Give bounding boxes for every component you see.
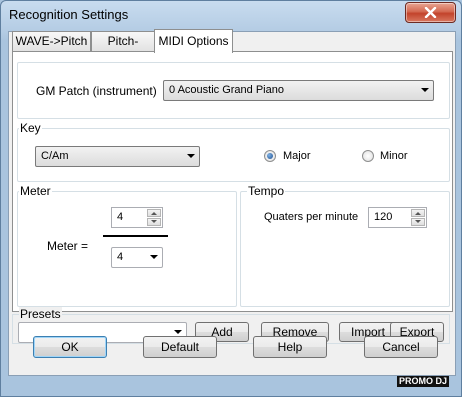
tempo-group: Tempo Quaters per minute 120 xyxy=(240,184,450,307)
stepper-up-button[interactable] xyxy=(411,209,425,217)
dialog-window: Recognition Settings WAVE->Pitch Pitch->… xyxy=(0,0,462,397)
presets-group-label: Presets xyxy=(19,307,62,321)
stepper-buttons xyxy=(411,209,425,226)
minor-label[interactable]: Minor xyxy=(380,150,408,162)
stepper-buttons xyxy=(147,209,161,226)
stepper-up-button[interactable] xyxy=(147,209,161,217)
key-dropdown[interactable]: C/Am xyxy=(35,146,200,167)
fraction-divider xyxy=(103,235,168,237)
gm-patch-label: GM Patch (instrument) xyxy=(36,84,157,98)
meter-group-label: Meter xyxy=(19,184,52,198)
cancel-button[interactable]: Cancel xyxy=(364,336,438,358)
tempo-group-label: Tempo xyxy=(247,184,286,198)
meter-denominator-dropdown[interactable]: 4 xyxy=(111,247,163,268)
chevron-down-icon xyxy=(150,255,158,259)
meter-numerator-stepper[interactable]: 4 xyxy=(111,207,163,228)
key-group-label: Key xyxy=(19,121,42,135)
tab-midi-options[interactable]: MIDI Options xyxy=(154,29,233,53)
major-label[interactable]: Major xyxy=(283,150,311,162)
stepper-down-button[interactable] xyxy=(411,218,425,226)
chevron-down-icon xyxy=(421,88,429,92)
help-button[interactable]: Help xyxy=(253,336,327,358)
key-value: C/Am xyxy=(41,150,69,162)
close-icon xyxy=(424,7,437,18)
gm-patch-value: 0 Acoustic Grand Piano xyxy=(169,84,284,96)
tab-pitch-midi[interactable]: Pitch->MIDI xyxy=(91,31,155,67)
gm-patch-group: GM Patch (instrument) 0 Acoustic Grand P… xyxy=(17,62,450,119)
tempo-stepper[interactable]: 120 xyxy=(368,207,427,228)
tempo-label: Quaters per minute xyxy=(264,211,359,223)
key-group: Key C/Am Major Minor xyxy=(17,121,450,182)
watermark-logo: PROMO DJ xyxy=(397,376,450,387)
ok-button[interactable]: OK xyxy=(33,336,107,358)
radio-selected-dot xyxy=(267,153,273,159)
window-title: Recognition Settings xyxy=(9,7,129,22)
major-radio[interactable] xyxy=(264,150,276,162)
tab-wave-pitch[interactable]: WAVE->Pitch xyxy=(12,31,91,52)
gm-patch-dropdown[interactable]: 0 Acoustic Grand Piano xyxy=(163,80,434,101)
chevron-down-icon xyxy=(174,330,182,334)
default-button[interactable]: Default xyxy=(143,336,217,358)
dialog-client-area: WAVE->Pitch Pitch->MIDI MIDI Options GM … xyxy=(8,29,456,376)
chevron-down-icon xyxy=(187,154,195,158)
midi-options-page: GM Patch (instrument) 0 Acoustic Grand P… xyxy=(12,51,453,312)
meter-numerator-value: 4 xyxy=(117,211,124,223)
meter-group: Meter Meter = 4 4 xyxy=(17,184,237,307)
title-bar[interactable]: Recognition Settings xyxy=(1,1,461,29)
meter-denominator-value: 4 xyxy=(117,251,124,263)
minor-radio[interactable] xyxy=(362,150,374,162)
tempo-value: 120 xyxy=(374,211,393,223)
stepper-down-button[interactable] xyxy=(147,218,161,226)
meter-label: Meter = xyxy=(47,239,89,253)
close-button[interactable] xyxy=(405,2,456,23)
